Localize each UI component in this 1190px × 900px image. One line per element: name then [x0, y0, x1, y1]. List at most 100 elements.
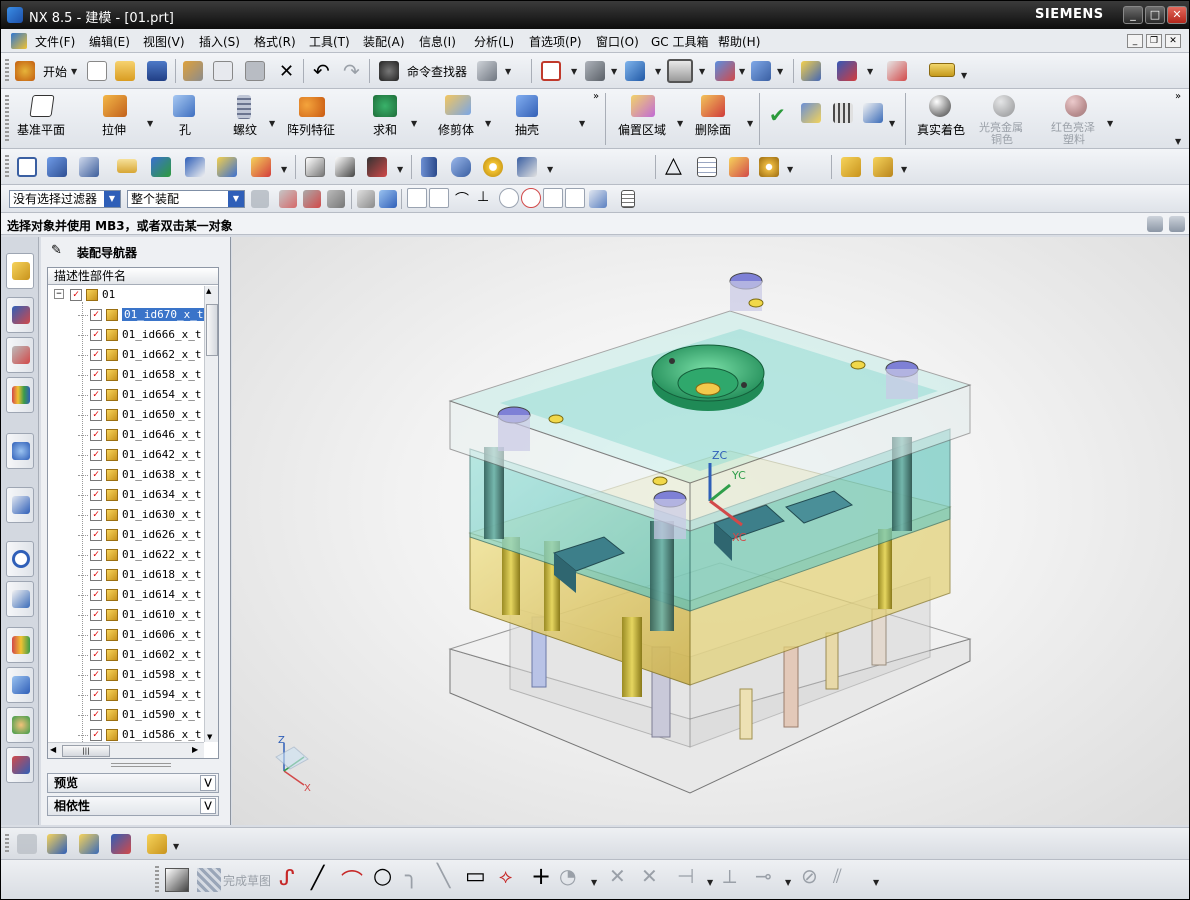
tree-item[interactable]: ✓ 01_id670_x_t	[48, 305, 206, 325]
check-body-icon[interactable]: ✔	[769, 103, 786, 127]
tree-item[interactable]: ✓ 01_id626_x_t	[48, 525, 204, 545]
mate-component-icon[interactable]	[217, 157, 237, 177]
move-component-icon[interactable]	[751, 61, 771, 81]
datum-plane-icon[interactable]	[29, 95, 55, 117]
bearing-icon[interactable]	[483, 157, 503, 177]
constraint-icon[interactable]: ⊸	[755, 864, 772, 888]
move-component-icon[interactable]	[79, 834, 99, 854]
polygon-icon[interactable]: ⟡	[499, 864, 512, 888]
menu-preferences[interactable]: 首选项(P)	[529, 33, 582, 50]
menu-information[interactable]: 信息(I)	[419, 33, 456, 50]
column-header[interactable]: 描述性部件名	[48, 268, 218, 285]
tab-reuse-library[interactable]	[6, 377, 34, 413]
menu-format[interactable]: 格式(R)	[254, 33, 296, 50]
fit-view-icon[interactable]	[541, 61, 561, 81]
maximize-button[interactable]: □	[1145, 6, 1165, 24]
add-component-icon[interactable]	[151, 157, 171, 177]
checkbox[interactable]: ✓	[90, 529, 102, 541]
select-edge-icon[interactable]	[327, 190, 345, 208]
part-family-icon[interactable]	[759, 157, 779, 177]
gear-tool-icon[interactable]	[517, 157, 537, 177]
rectangle-icon[interactable]: ▭	[465, 864, 486, 889]
checkbox[interactable]: ✓	[90, 509, 102, 521]
thread-icon[interactable]	[237, 95, 251, 119]
rendering-style-icon[interactable]	[585, 61, 605, 81]
snap-midpoint-icon[interactable]	[429, 188, 449, 208]
new-file-icon[interactable]	[87, 61, 107, 81]
tab-hd3d-tools[interactable]	[6, 433, 34, 469]
tree-item[interactable]: ✓ 01_id618_x_t	[48, 565, 204, 585]
intersect-curve-icon[interactable]	[335, 157, 355, 177]
snap-existing-point-icon[interactable]	[543, 188, 563, 208]
checkbox[interactable]: ✓	[90, 569, 102, 581]
checkbox[interactable]: ✓	[90, 549, 102, 561]
menu-view[interactable]: 视图(V)	[143, 33, 185, 50]
measure-distance-icon[interactable]	[929, 63, 955, 77]
point-icon[interactable]: +	[531, 862, 551, 890]
snap-on-face-icon[interactable]	[589, 190, 607, 208]
fillet-icon[interactable]: ╮	[405, 864, 418, 889]
thread-button[interactable]: 螺纹	[233, 121, 257, 138]
copy-icon[interactable]	[213, 61, 233, 81]
filter-settings-icon[interactable]	[251, 190, 269, 208]
mesh-icon[interactable]	[833, 103, 853, 123]
select-point-icon[interactable]	[303, 190, 321, 208]
checkbox[interactable]: ✓	[70, 289, 82, 301]
snap-center-icon[interactable]	[499, 188, 519, 208]
preview-panel[interactable]: 预览 ⋁	[47, 773, 219, 793]
orient-view-icon[interactable]	[625, 61, 645, 81]
show-constraints-icon[interactable]: ⊘	[801, 864, 818, 888]
checkbox[interactable]: ✓	[90, 309, 102, 321]
menu-window[interactable]: 窗口(O)	[596, 33, 639, 50]
menu-assemblies[interactable]: 装配(A)	[363, 33, 405, 50]
menu-gc-toolkit[interactable]: GC 工具箱	[651, 33, 709, 50]
blend-icon[interactable]	[801, 103, 821, 123]
draft-icon[interactable]	[863, 103, 883, 123]
tree-root[interactable]: − ✓ 01	[48, 285, 204, 305]
wcs-icon[interactable]	[801, 61, 821, 81]
h-scroll-thumb[interactable]: |||	[62, 745, 110, 757]
open-folder-icon[interactable]	[115, 61, 135, 81]
checkbox[interactable]: ✓	[90, 689, 102, 701]
layers-icon[interactable]	[47, 157, 67, 177]
delete-icon[interactable]: ✕	[279, 61, 294, 82]
assembly-constraint-icon[interactable]	[111, 834, 131, 854]
measure-angle-icon[interactable]	[887, 61, 907, 81]
minimize-button[interactable]: _	[1123, 6, 1143, 24]
triangle-icon[interactable]: △	[665, 153, 682, 178]
offset-region-icon[interactable]	[631, 95, 655, 117]
tab-constraint-navigator[interactable]	[6, 297, 34, 333]
mdi-minimize-button[interactable]: _	[1127, 34, 1143, 48]
extrude-button[interactable]: 拉伸	[102, 121, 126, 138]
splitter-handle[interactable]	[111, 763, 171, 767]
dimension-icon[interactable]: ⟂	[723, 864, 736, 888]
save-icon[interactable]	[147, 61, 167, 81]
hole-icon[interactable]	[173, 95, 195, 117]
snap-curve-icon[interactable]: ⌒	[455, 189, 469, 209]
mdi-restore-button[interactable]: ❐	[1146, 34, 1162, 48]
cue-pin-icon[interactable]	[1147, 216, 1163, 232]
component-array-icon[interactable]	[147, 834, 167, 854]
checkbox[interactable]: ✓	[90, 369, 102, 381]
mold-assembly-model[interactable]: ZC YC XC Z X	[232, 237, 1189, 825]
tab-history[interactable]	[6, 541, 34, 577]
snap-view-icon[interactable]	[837, 61, 857, 81]
checkbox[interactable]: ✓	[90, 389, 102, 401]
tab-assembly-navigator[interactable]	[6, 253, 34, 289]
hammer-icon[interactable]	[185, 157, 205, 177]
checkbox[interactable]: ✓	[90, 729, 102, 741]
assembly-cubes-icon[interactable]	[841, 157, 861, 177]
trim-body-button[interactable]: 修剪体	[438, 121, 474, 138]
tree-item[interactable]: ✓ 01_id630_x_t	[48, 505, 204, 525]
tree-item[interactable]: ✓ 01_id598_x_t	[48, 665, 204, 685]
cue-expand-icon[interactable]	[1169, 216, 1185, 232]
select-body-icon[interactable]	[379, 190, 397, 208]
checkbox[interactable]: ✓	[90, 649, 102, 661]
snap-all-icon[interactable]	[621, 190, 635, 208]
sketch-icon[interactable]	[165, 868, 189, 892]
pattern-feature-button[interactable]: 阵列特征	[287, 121, 335, 138]
shell-icon[interactable]	[516, 95, 538, 117]
datum-plane-button[interactable]: 基准平面	[17, 121, 65, 138]
tab-system-materials[interactable]	[6, 581, 34, 617]
spring-icon[interactable]	[451, 157, 471, 177]
